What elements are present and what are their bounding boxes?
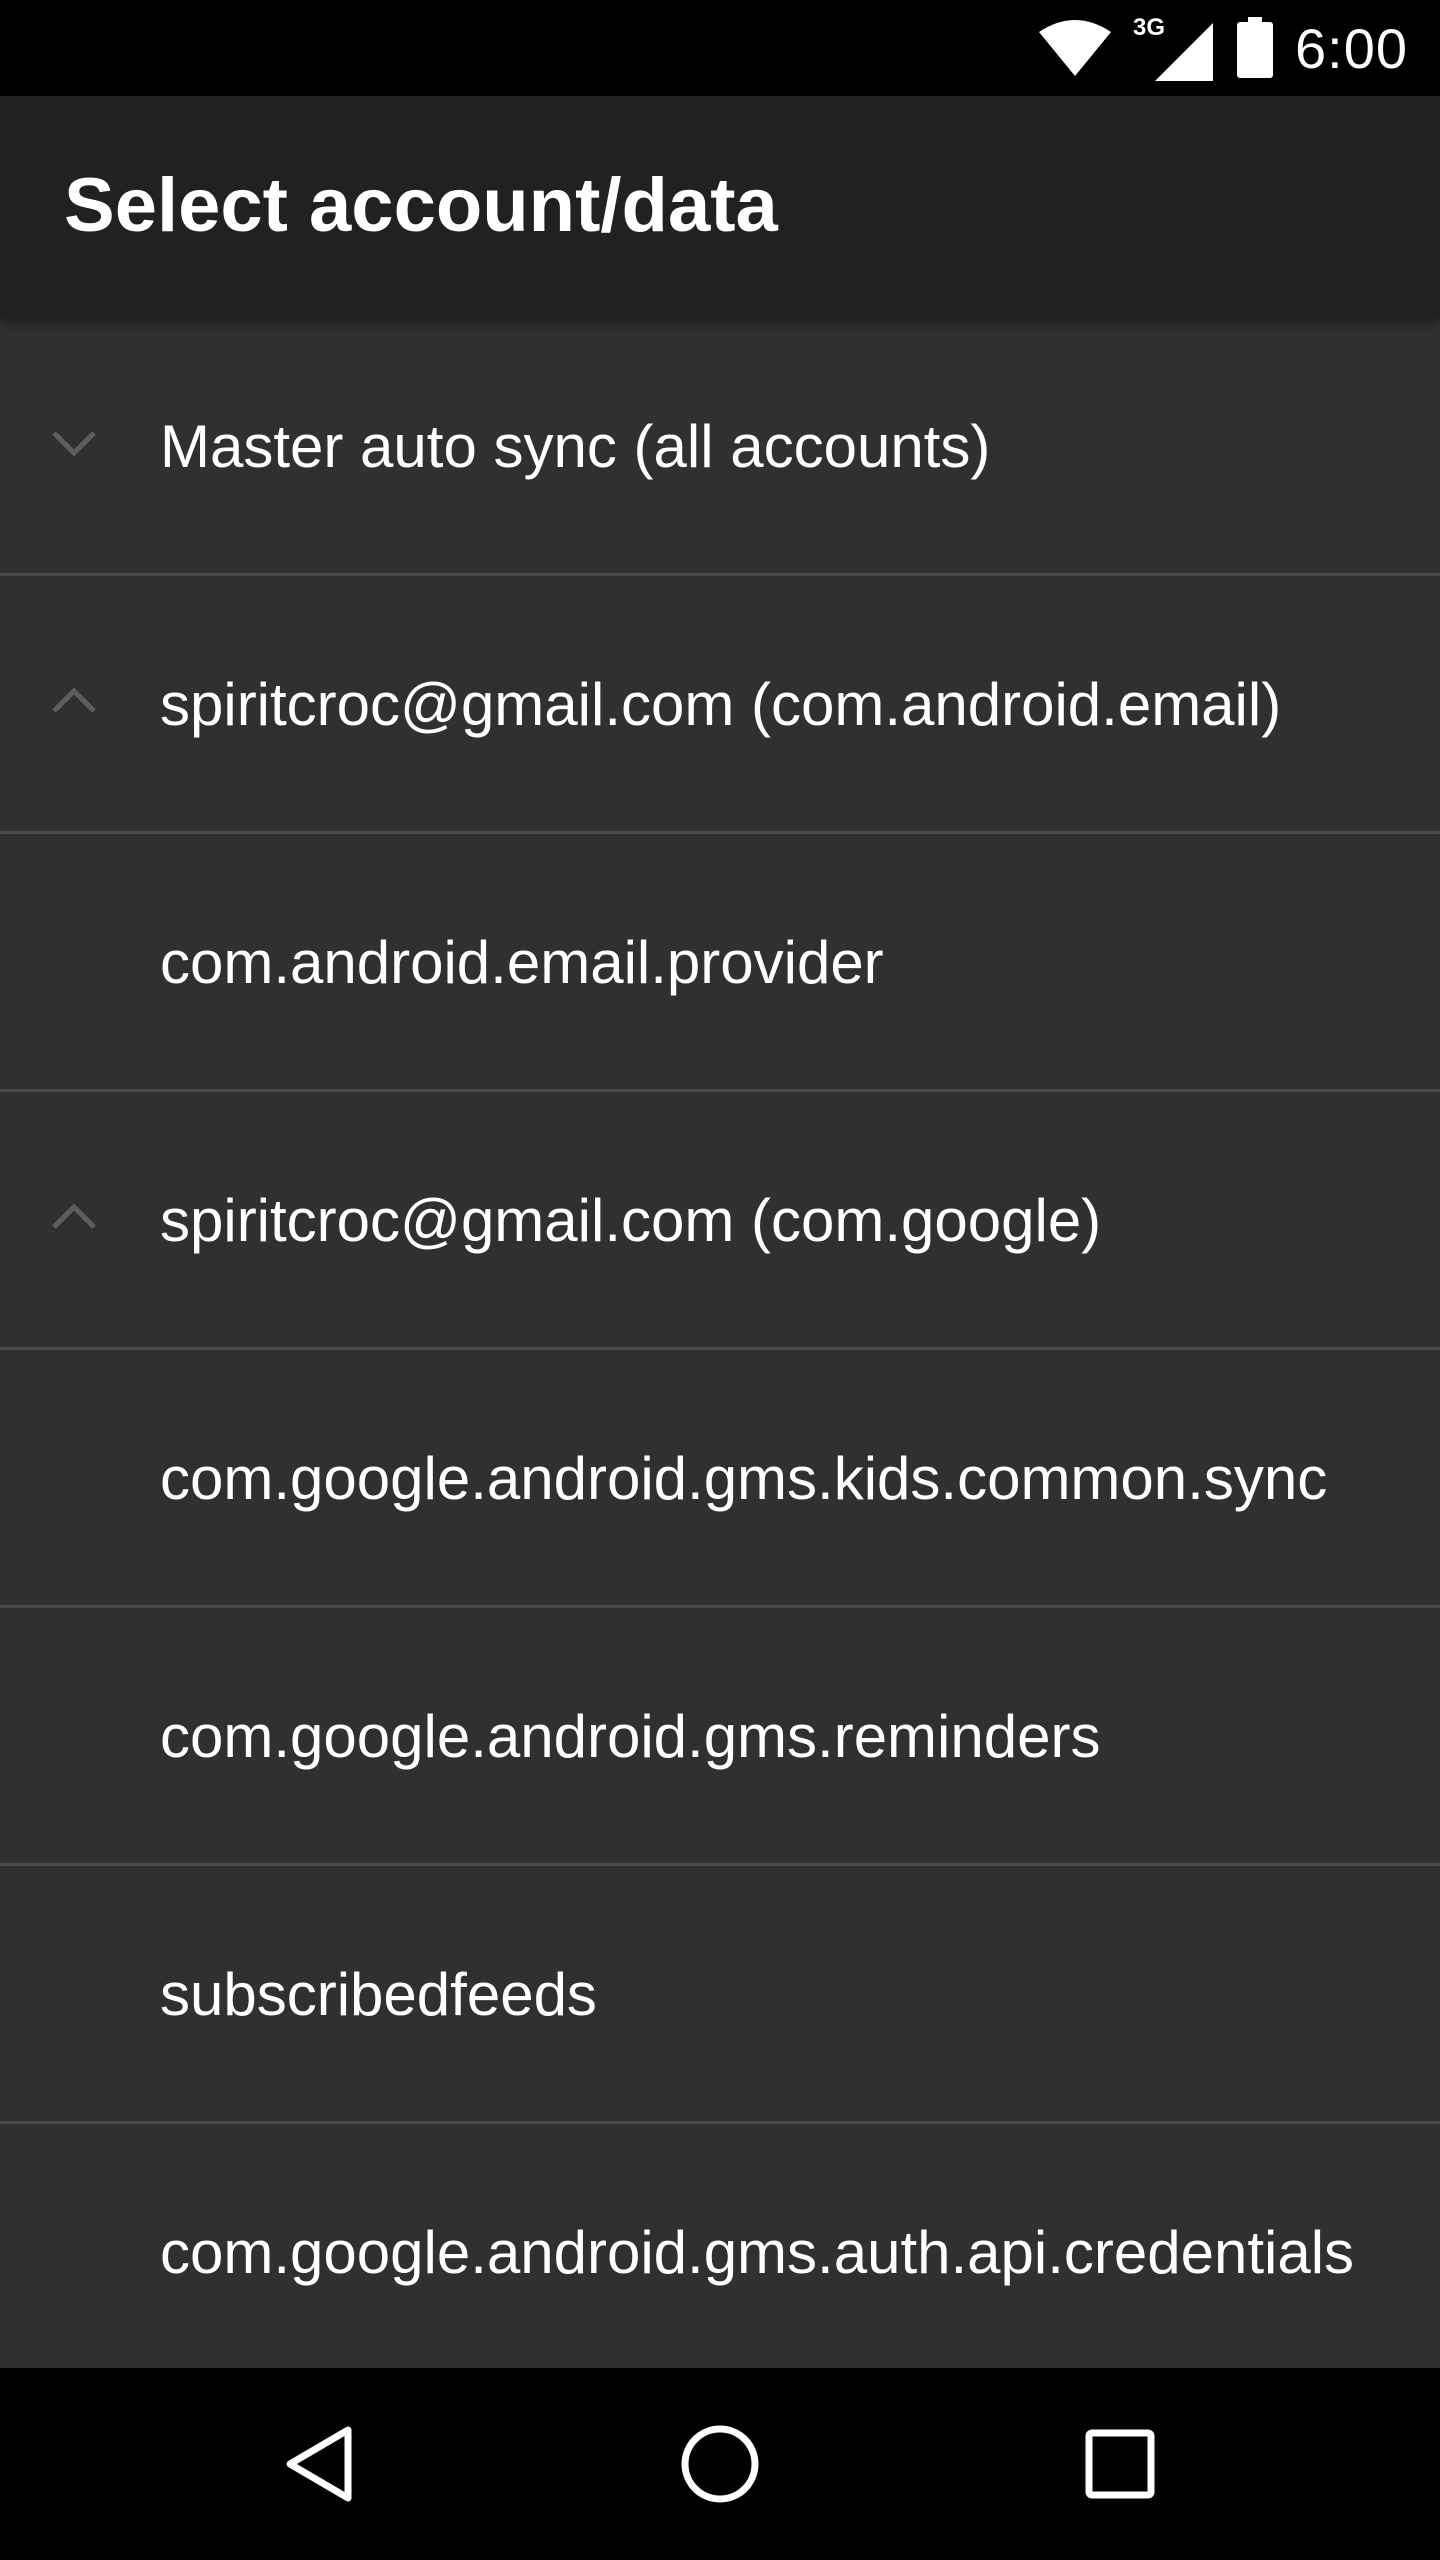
- list-item-label: com.android.email.provider: [160, 929, 884, 996]
- list-item-label: Master auto sync (all accounts): [160, 413, 991, 480]
- chevron-up-icon[interactable]: [46, 1189, 102, 1245]
- status-time: 6:00: [1295, 16, 1408, 80]
- account-data-list: Master auto sync (all accounts) spiritcr…: [0, 318, 1440, 2368]
- chevron-down-icon[interactable]: [46, 415, 102, 471]
- recents-icon: [1085, 2429, 1155, 2499]
- list-item-auth-credentials[interactable]: com.google.android.gms.auth.api.credenti…: [0, 2124, 1440, 2368]
- home-button[interactable]: [660, 2404, 780, 2524]
- list-item-label: com.google.android.gms.reminders: [160, 1703, 1101, 1770]
- app-bar: Select account/data: [0, 96, 1440, 318]
- cellular-signal-icon: 3G: [1133, 14, 1213, 81]
- back-icon: [286, 2426, 352, 2502]
- list-item-label: spiritcroc@gmail.com (com.android.email): [160, 671, 1282, 738]
- wifi-icon: [1039, 20, 1111, 76]
- chevron-up-icon[interactable]: [46, 673, 102, 729]
- status-bar: 3G 6:00: [0, 0, 1440, 96]
- list-item-subscribedfeeds[interactable]: subscribedfeeds: [0, 1866, 1440, 2124]
- list-item-label: subscribedfeeds: [160, 1961, 597, 2028]
- network-type-label: 3G: [1133, 14, 1165, 41]
- status-icons: 3G 6:00: [1037, 0, 1408, 96]
- list-item-reminders[interactable]: com.google.android.gms.reminders: [0, 1608, 1440, 1866]
- list-item-account-email[interactable]: spiritcroc@gmail.com (com.android.email): [0, 576, 1440, 834]
- list-item-kids-common-sync[interactable]: com.google.android.gms.kids.common.sync: [0, 1350, 1440, 1608]
- navigation-bar: [0, 2368, 1440, 2560]
- back-button[interactable]: [260, 2404, 380, 2524]
- list-item-email-provider[interactable]: com.android.email.provider: [0, 834, 1440, 1092]
- list-item-master-auto-sync[interactable]: Master auto sync (all accounts): [0, 318, 1440, 576]
- list-item-account-google[interactable]: spiritcroc@gmail.com (com.google): [0, 1092, 1440, 1350]
- list-item-label: spiritcroc@gmail.com (com.google): [160, 1187, 1102, 1254]
- list-item-label: com.google.android.gms.auth.api.credenti…: [160, 2219, 1355, 2286]
- recents-button[interactable]: [1060, 2404, 1180, 2524]
- battery-icon: [1237, 17, 1273, 78]
- page-title: Select account/data: [64, 163, 778, 248]
- home-icon: [681, 2425, 759, 2503]
- list-item-label: com.google.android.gms.kids.common.sync: [160, 1445, 1328, 1512]
